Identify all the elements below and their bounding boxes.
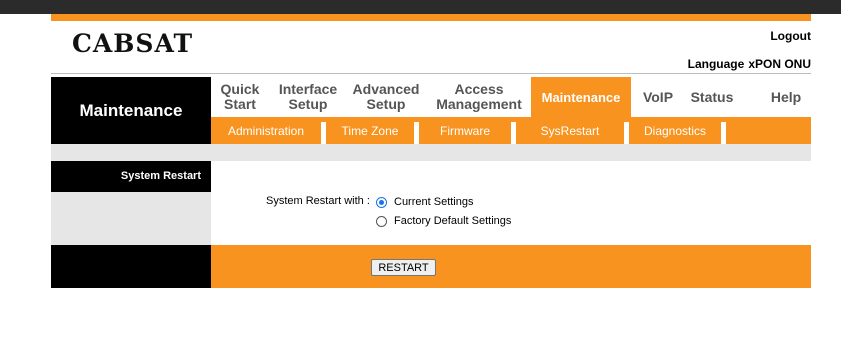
nav-voip[interactable]: VoIP [633,77,683,117]
nav-quick-start[interactable]: Quick Start [211,77,269,117]
restart-with-label: System Restart with : [266,195,370,207]
side-panel [51,192,211,245]
section-title: Maintenance [51,77,211,144]
nav-advanced-setup[interactable]: Advanced Setup [347,77,425,117]
language-label: Language [687,57,745,71]
option-current-settings[interactable]: Current Settings [376,196,473,208]
logout-link[interactable]: Logout [770,29,811,43]
nav-status[interactable]: Status [683,77,741,117]
radio-current-settings[interactable] [376,196,387,208]
browser-top-bar [0,0,841,14]
subnav-divider [721,122,726,144]
subnav-sysrestart[interactable]: SysRestart [516,117,624,144]
footer-left-block [51,245,211,288]
footer-action-bar [211,245,811,288]
radio-factory-default[interactable] [376,215,387,227]
header-divider [51,73,811,74]
subnav-firmware[interactable]: Firmware [419,117,511,144]
brand-logo: CABSAT [72,29,194,58]
option-factory-default-label: Factory Default Settings [394,215,512,227]
subnav-time-zone[interactable]: Time Zone [326,117,414,144]
nav-interface-setup[interactable]: Interface Setup [271,77,345,117]
subnav-diagnostics[interactable]: Diagnostics [629,117,721,144]
content-top-bar [51,144,811,161]
sub-nav: Administration Time Zone Firmware SysRes… [211,117,811,144]
nav-help[interactable]: Help [761,77,811,117]
subnav-administration[interactable]: Administration [211,117,321,144]
language-value: xPON ONU [748,57,811,71]
restart-button[interactable]: RESTART [371,259,436,276]
header-accent-line [51,14,811,21]
option-factory-default[interactable]: Factory Default Settings [376,215,511,227]
main-nav: Quick Start Interface Setup Advanced Set… [211,77,811,117]
nav-maintenance[interactable]: Maintenance [531,77,631,117]
section-heading: System Restart [51,161,211,192]
nav-access-management[interactable]: Access Management [427,77,531,117]
language-indicator: Language xPON ONU [684,57,811,71]
option-current-settings-label: Current Settings [394,196,474,208]
